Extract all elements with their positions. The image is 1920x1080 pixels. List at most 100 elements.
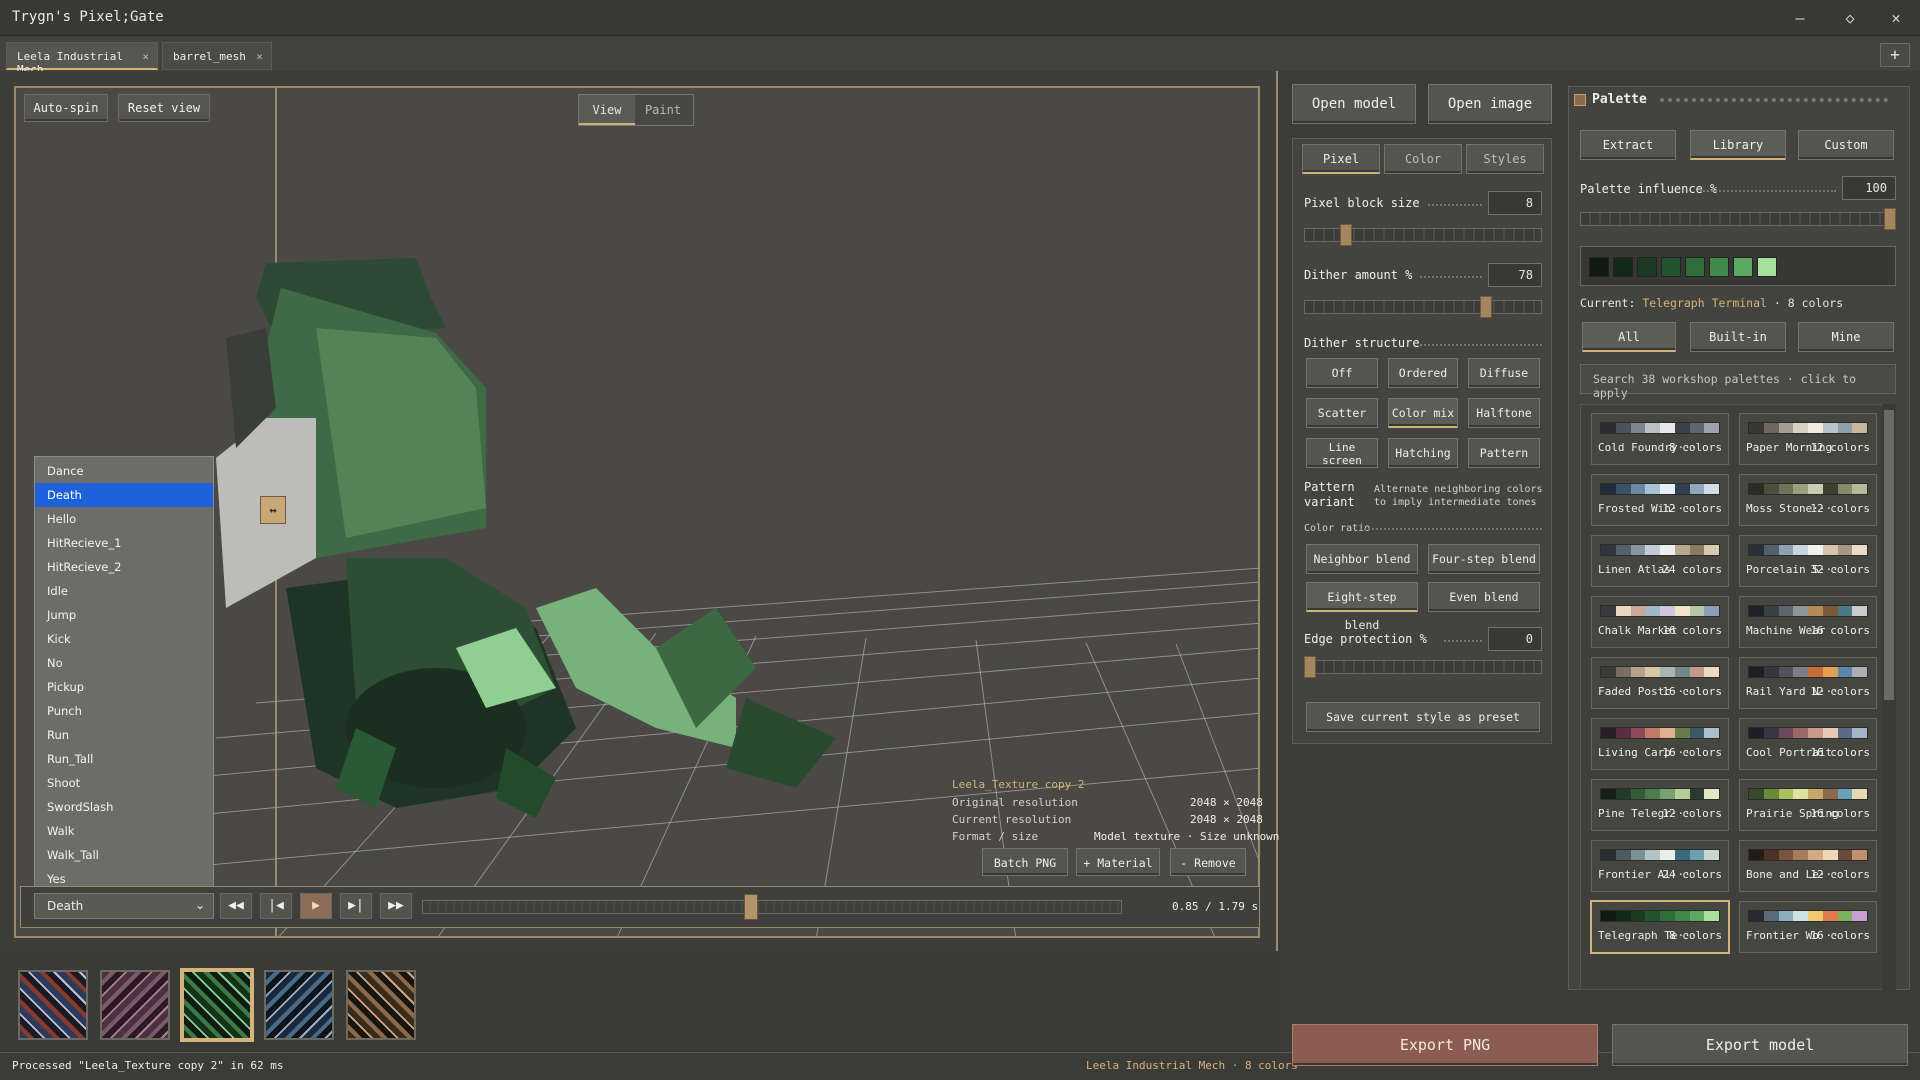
- add-material-button[interactable]: + Material: [1076, 848, 1160, 876]
- dither-halftone-button[interactable]: Halftone: [1468, 398, 1540, 428]
- animation-select[interactable]: Death ⌄: [34, 893, 214, 919]
- palette-tab-extract[interactable]: Extract: [1580, 130, 1676, 160]
- view-mode-button[interactable]: View: [579, 95, 635, 125]
- play-button[interactable]: ▶: [300, 893, 332, 919]
- palette-card[interactable]: Chalk Market 16 colors: [1591, 596, 1729, 648]
- animation-option-death[interactable]: Death: [35, 483, 213, 507]
- animation-option-shoot[interactable]: Shoot: [35, 771, 213, 795]
- pixel-block-input[interactable]: 8: [1488, 191, 1542, 215]
- dither-ordered-button[interactable]: Ordered: [1388, 358, 1458, 388]
- texture-thumb-3[interactable]: [182, 970, 252, 1040]
- first-frame-button[interactable]: ◀◀: [220, 893, 252, 919]
- animation-option-walk[interactable]: Walk: [35, 819, 213, 843]
- texture-thumb-2[interactable]: [100, 970, 170, 1040]
- palette-card[interactable]: Frontier Wo··· 16 colors: [1739, 901, 1877, 953]
- last-frame-button[interactable]: ▶▶: [380, 893, 412, 919]
- palette-search-input[interactable]: Search 38 workshop palettes · click to a…: [1580, 364, 1896, 400]
- dither-amount-slider-handle[interactable]: [1480, 296, 1493, 318]
- palette-card[interactable]: Machine Wear 16 colors: [1739, 596, 1877, 648]
- next-frame-button[interactable]: ▶|: [340, 893, 372, 919]
- maximize-button[interactable]: ◇: [1836, 8, 1864, 28]
- remove-texture-button[interactable]: - Remove: [1170, 848, 1246, 876]
- dither-amount-input[interactable]: 78: [1488, 263, 1542, 287]
- dither-off-button[interactable]: Off: [1306, 358, 1378, 388]
- palette-card[interactable]: Telegraph Te··· 8 colors: [1591, 901, 1729, 953]
- palette-card[interactable]: Rail Yard N··· 12 colors: [1739, 657, 1877, 709]
- tab-close-icon[interactable]: ×: [142, 50, 149, 63]
- animation-option-pickup[interactable]: Pickup: [35, 675, 213, 699]
- texture-thumb-5[interactable]: [346, 970, 416, 1040]
- tab-barrel-mesh[interactable]: barrel_mesh ×: [162, 42, 272, 70]
- reset-view-button[interactable]: Reset view: [118, 94, 210, 122]
- split-handle[interactable]: ↔: [260, 496, 286, 524]
- open-model-button[interactable]: Open model: [1292, 84, 1416, 124]
- animation-option-walk-tall[interactable]: Walk_Tall: [35, 843, 213, 867]
- animation-option-idle[interactable]: Idle: [35, 579, 213, 603]
- add-tab-button[interactable]: +: [1880, 43, 1910, 67]
- animation-option-punch[interactable]: Punch: [35, 699, 213, 723]
- auto-spin-button[interactable]: Auto-spin: [24, 94, 108, 122]
- timeline-handle[interactable]: [744, 894, 759, 920]
- dither-color-mix-button[interactable]: Color mix: [1388, 398, 1458, 428]
- save-preset-button[interactable]: Save current style as preset: [1306, 702, 1540, 732]
- tab-leela-industrial-mech[interactable]: Leela Industrial Mech ×: [6, 42, 158, 76]
- animation-option-hitrecieve-1[interactable]: HitRecieve_1: [35, 531, 213, 555]
- animation-option-hitrecieve-2[interactable]: HitRecieve_2: [35, 555, 213, 579]
- previous-frame-button[interactable]: |◀: [260, 893, 292, 919]
- export-model-button[interactable]: Export model: [1612, 1024, 1908, 1066]
- palette-card[interactable]: Moss Stone··· 12 colors: [1739, 474, 1877, 526]
- pixel-block-slider-handle[interactable]: [1340, 224, 1353, 246]
- animation-option-no[interactable]: No: [35, 651, 213, 675]
- palette-card[interactable]: Frosted Win··· 12 colors: [1591, 474, 1729, 526]
- palette-card[interactable]: Linen Atlas 24 colors: [1591, 535, 1729, 587]
- palette-influence-slider-handle[interactable]: [1884, 208, 1896, 230]
- palette-card[interactable]: Living Carp··· 16 colors: [1591, 718, 1729, 770]
- palette-card[interactable]: Prairie Spring 16 colors: [1739, 779, 1877, 831]
- subtab-styles[interactable]: Styles: [1466, 144, 1544, 174]
- animation-option-run-tall[interactable]: Run_Tall: [35, 747, 213, 771]
- neighbor-blend-button[interactable]: Neighbor blend: [1306, 544, 1418, 574]
- palette-card[interactable]: Bone and Le··· 12 colors: [1739, 840, 1877, 892]
- dither-diffuse-button[interactable]: Diffuse: [1468, 358, 1540, 388]
- dither-amount-slider[interactable]: [1304, 300, 1542, 314]
- animation-option-hello[interactable]: Hello: [35, 507, 213, 531]
- palette-card[interactable]: Porcelain S··· 32 colors: [1739, 535, 1877, 587]
- close-window-button[interactable]: ✕: [1882, 8, 1910, 28]
- four-step-blend-button[interactable]: Four-step blend: [1428, 544, 1540, 574]
- animation-option-dance[interactable]: Dance: [35, 459, 213, 483]
- filter-built-in[interactable]: Built-in: [1690, 322, 1786, 352]
- filter-all[interactable]: All: [1582, 322, 1676, 352]
- animation-option-swordslash[interactable]: SwordSlash: [35, 795, 213, 819]
- open-image-button[interactable]: Open image: [1428, 84, 1552, 124]
- palette-scrollbar-thumb[interactable]: [1884, 410, 1894, 700]
- palette-card[interactable]: Paper Morning 12 colors: [1739, 413, 1877, 465]
- animation-option-run[interactable]: Run: [35, 723, 213, 747]
- edge-protection-slider[interactable]: [1304, 660, 1542, 674]
- subtab-pixel[interactable]: Pixel: [1302, 144, 1380, 174]
- tab-close-icon[interactable]: ×: [256, 50, 263, 63]
- texture-thumb-4[interactable]: [264, 970, 334, 1040]
- edge-protection-input[interactable]: 0: [1488, 627, 1542, 651]
- timeline-scrubber[interactable]: [422, 900, 1122, 914]
- paint-mode-button[interactable]: Paint: [635, 95, 691, 125]
- minimize-button[interactable]: —: [1786, 8, 1814, 28]
- dither-scatter-button[interactable]: Scatter: [1306, 398, 1378, 428]
- animation-option-jump[interactable]: Jump: [35, 603, 213, 627]
- export-png-button[interactable]: Export PNG: [1292, 1024, 1598, 1066]
- even-blend-button[interactable]: Even blend: [1428, 582, 1540, 612]
- palette-card[interactable]: Faded Postc··· 16 colors: [1591, 657, 1729, 709]
- palette-card[interactable]: Cold Foundry··· 8 colors: [1591, 413, 1729, 465]
- palette-tab-custom[interactable]: Custom: [1798, 130, 1894, 160]
- palette-influence-slider[interactable]: [1580, 212, 1896, 226]
- edge-protection-slider-handle[interactable]: [1304, 656, 1316, 678]
- dither-hatching-button[interactable]: Hatching: [1388, 438, 1458, 468]
- batch-png-button[interactable]: Batch PNG: [982, 848, 1068, 876]
- dither-line-screen-button[interactable]: Line screen: [1306, 438, 1378, 468]
- palette-card[interactable]: Frontier Al··· 24 colors: [1591, 840, 1729, 892]
- texture-thumb-1[interactable]: [18, 970, 88, 1040]
- palette-card[interactable]: Cool Portrait 16 colors: [1739, 718, 1877, 770]
- palette-influence-input[interactable]: 100: [1842, 176, 1896, 200]
- subtab-color[interactable]: Color: [1384, 144, 1462, 174]
- eight-step-blend-button[interactable]: Eight-step blend: [1306, 582, 1418, 632]
- palette-tab-library[interactable]: Library: [1690, 130, 1786, 160]
